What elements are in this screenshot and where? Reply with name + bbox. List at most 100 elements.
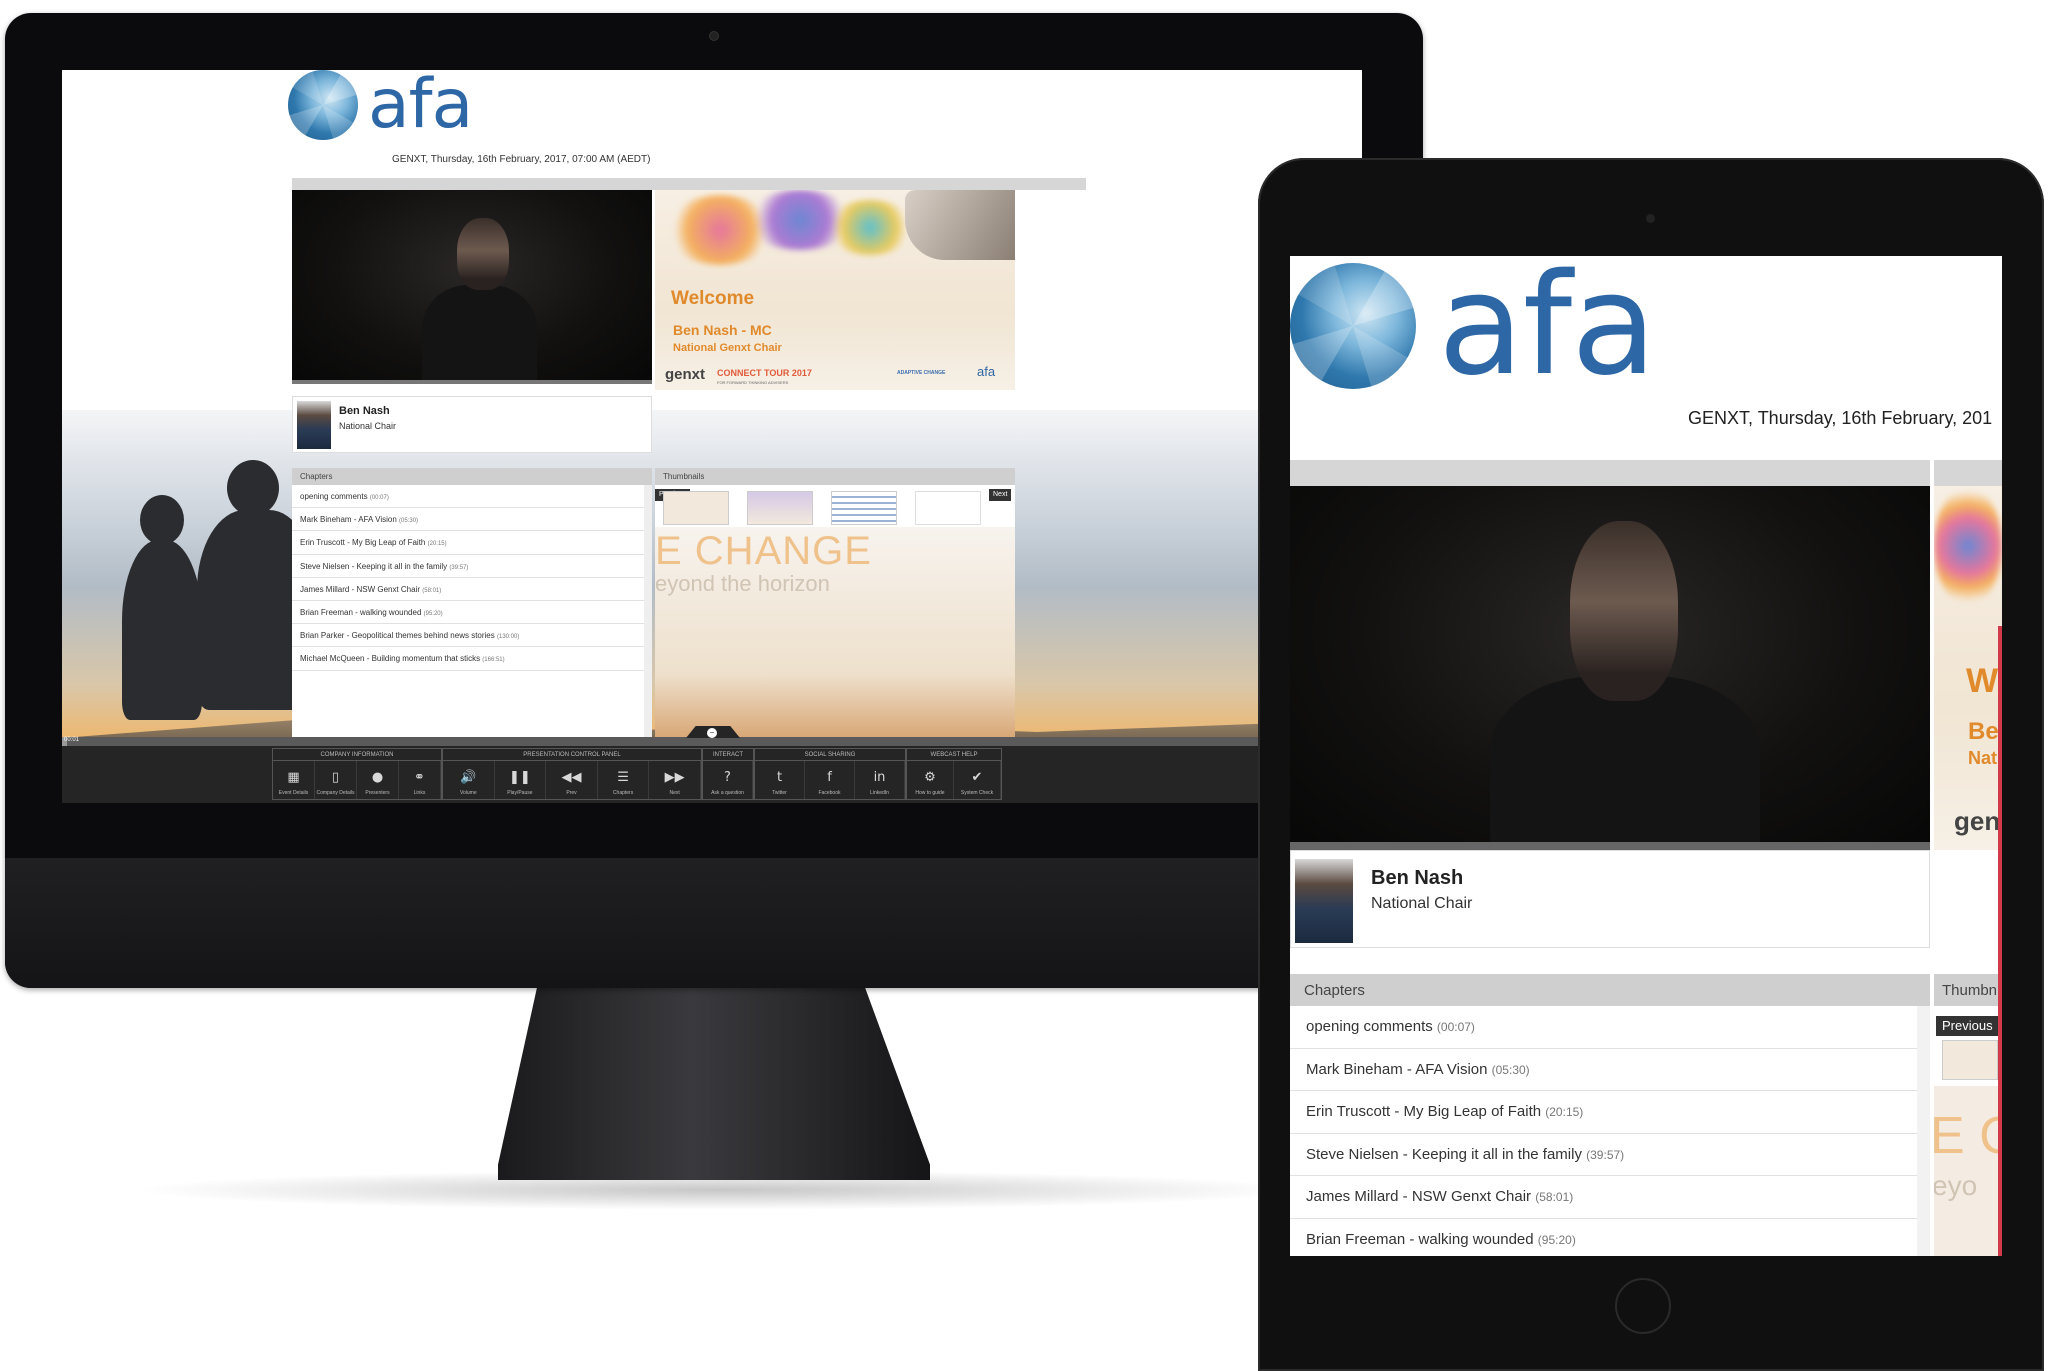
chapter-time: (166:51) [482, 657, 505, 664]
chapters-scrollbar[interactable] [644, 485, 652, 737]
chapter-item[interactable]: Mark Bineham - AFA Vision (05:30) [1290, 1049, 1917, 1091]
video-player[interactable] [1290, 486, 1930, 850]
chapter-title: Erin Truscott - My Big Leap of Faith [300, 538, 428, 548]
chapter-item[interactable]: Steve Nielsen - Keeping it all in the fa… [1290, 1134, 1917, 1176]
control-group-title: SOCIAL SHARING [755, 749, 905, 761]
chapter-item[interactable]: Erin Truscott - My Big Leap of Faith (20… [1290, 1091, 1917, 1134]
progress-time: 00:01 [64, 737, 80, 743]
chapter-item[interactable]: James Millard - NSW Genxt Chair (58:01) [292, 578, 644, 601]
control-button-label: Links [413, 790, 426, 796]
control-group: SOCIAL SHARING t Twitter f Facebook in LinkedI… [754, 748, 906, 800]
event-date: GENXT, Thursday, 16th February, 201 [1688, 408, 1993, 428]
rewind-button[interactable]: ◀◀ Prev [546, 761, 598, 799]
presenter-avatar [297, 401, 331, 449]
chapter-time: (39:57) [1586, 1147, 1625, 1162]
chapter-item[interactable]: Erin Truscott - My Big Leap of Faith (20… [292, 531, 644, 555]
paint-splash [825, 200, 915, 255]
list-button[interactable]: ☰ Chapters [598, 761, 650, 799]
control-button-label: Ask a question [711, 790, 744, 796]
chapters-scrollbar[interactable] [1917, 1006, 1930, 1256]
gear-icon: ⚙ [924, 770, 936, 785]
chapter-title: opening comments [1306, 1018, 1437, 1035]
control-group: PRESENTATION CONTROL PANEL 🔊 Volume ❚❚ Play/… [442, 748, 702, 800]
forward-button[interactable]: ▶▶ Next [649, 761, 701, 799]
link-button[interactable]: ⚭ Links [399, 761, 441, 799]
chapter-title: James Millard - NSW Genxt Chair [300, 584, 423, 594]
paint-splash [1934, 486, 2002, 606]
chapter-item[interactable]: Steve Nielsen - Keeping it all in the fa… [292, 555, 644, 578]
chapter-title: Steve Nielsen - Keeping it all in the fa… [300, 561, 450, 571]
slide-welcome: We [1966, 662, 2002, 700]
thumbnails-next-button[interactable]: Next [989, 489, 1012, 501]
control-button-label: How to guide [915, 790, 945, 796]
chapter-item[interactable]: opening comments (00:07) [292, 485, 644, 509]
linkedin-button[interactable]: in LinkedIn [855, 761, 905, 799]
player-top-band [292, 178, 1086, 190]
chapter-item[interactable]: Brian Freeman - walking wounded (95:20) [1290, 1219, 1917, 1257]
control-button-label: Prev [566, 790, 577, 796]
banner-headline: E CHANGE [655, 529, 872, 573]
chapters-header: Chapters [292, 468, 652, 485]
presenter-avatar [1295, 859, 1353, 943]
collapse-icon[interactable]: − [707, 728, 717, 738]
slide-welcome: Welcome [671, 288, 755, 309]
slide-role: National Genxt Chair [673, 342, 782, 354]
video-player[interactable] [292, 190, 652, 384]
chapter-time: (00:07) [1436, 1020, 1475, 1034]
video-edge [1290, 842, 1930, 850]
thumbnail[interactable] [831, 491, 897, 525]
twitter-button[interactable]: t Twitter [755, 761, 805, 799]
control-button-label: Presenters [365, 790, 390, 796]
background-banner: E CHANGE eyond the horizon [655, 527, 1015, 737]
thumbnail[interactable] [1942, 1040, 1998, 1080]
presenter-body [1490, 676, 1760, 850]
control-button-label: Next [669, 790, 680, 796]
chapter-item[interactable]: Mark Bineham - AFA Vision (05:30) [292, 508, 644, 532]
chapter-time: (95:20) [423, 610, 443, 617]
control-button-label: Company Details [316, 790, 355, 796]
thumbnails-prev-button[interactable]: Previous [1936, 1016, 1999, 1036]
check-button[interactable]: ✔ System Check [954, 761, 1001, 799]
rewind-icon: ◀◀ [561, 770, 582, 785]
chapter-item[interactable]: opening comments (00:07) [1290, 1006, 1917, 1049]
chapter-title: Erin Truscott - My Big Leap of Faith [1306, 1103, 1546, 1120]
calendar-button[interactable]: ▦ Event Details [273, 761, 315, 799]
slide-afa-logo: afa [977, 364, 996, 379]
facebook-button[interactable]: f Facebook [805, 761, 855, 799]
control-button-label: Chapters [612, 790, 634, 796]
document-button[interactable]: ▯ Company Details [315, 761, 357, 799]
control-button-label: Play/Pause [507, 790, 533, 796]
logo-text: afa [1438, 256, 1657, 407]
chapter-time: (39:57) [449, 564, 469, 571]
hand-image [905, 190, 1015, 260]
slide-genxt-logo: genxt [665, 366, 706, 383]
volume-icon: 🔊 [460, 770, 477, 785]
presenter-card: Ben Nash National Chair [292, 396, 652, 453]
control-group: WEBCAST HELP ⚙ How to guide ✔ System Check [906, 748, 1002, 800]
chapter-item[interactable]: Michael McQueen - Building momentum that… [292, 647, 644, 671]
gear-button[interactable]: ⚙ How to guide [907, 761, 954, 799]
question-button[interactable]: ? Ask a question [703, 761, 753, 799]
chapter-item[interactable]: Brian Parker - Geopolitical themes behin… [292, 624, 644, 648]
volume-button[interactable]: 🔊 Volume [443, 761, 495, 799]
control-group-title: COMPANY INFORMATION [273, 749, 441, 761]
check-icon: ✔ [971, 770, 983, 785]
logo-text: afa [368, 70, 473, 144]
chapter-item[interactable]: James Millard - NSW Genxt Chair (58:01) [1290, 1176, 1917, 1219]
presentation-slide: Welcome Ben Nash - MC National Genxt Cha… [655, 190, 1015, 390]
thumbnail[interactable] [747, 491, 813, 525]
chapter-title: Michael McQueen - Building momentum that… [300, 654, 483, 664]
ipad-camera [1646, 214, 1655, 223]
chapter-title: Mark Bineham - AFA Vision [300, 515, 400, 525]
ipad-home-button[interactable] [1615, 1278, 1671, 1334]
thumbnail[interactable] [663, 491, 729, 525]
thumbnail[interactable] [915, 491, 981, 525]
chapter-title: Brian Freeman - walking wounded [1306, 1230, 1538, 1248]
person-button[interactable]: ● Presenters [357, 761, 399, 799]
silhouette-man-head [227, 460, 279, 516]
progress-track[interactable]: 00:01 [62, 737, 1362, 746]
chapter-item[interactable]: Brian Freeman - walking wounded (95:20) [292, 601, 644, 625]
pause-button[interactable]: ❚❚ Play/Pause [495, 761, 547, 799]
chapter-title: James Millard - NSW Genxt Chair [1306, 1188, 1536, 1205]
chapter-title: Brian Freeman - walking wounded [300, 607, 424, 617]
